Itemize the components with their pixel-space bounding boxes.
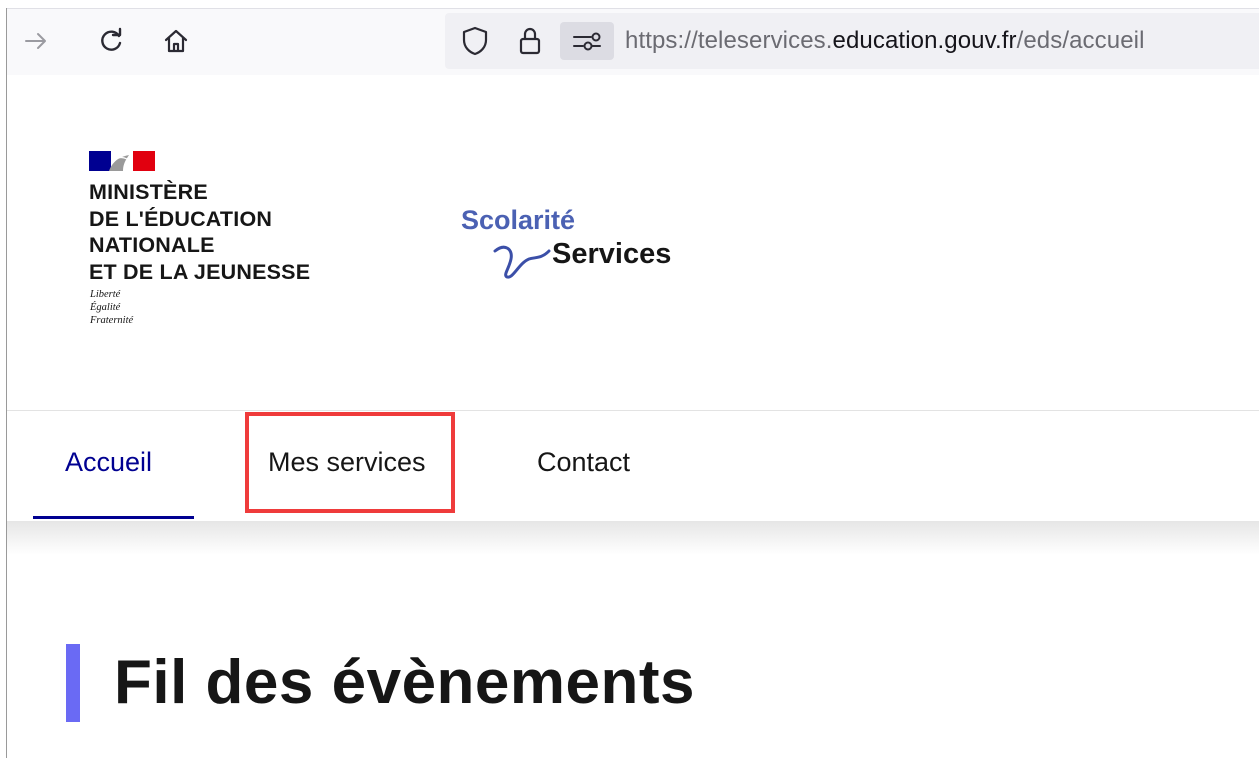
- home-icon: [164, 29, 188, 53]
- permissions-button[interactable]: [560, 22, 614, 60]
- site-header: MINISTÈRE DE L'ÉDUCATION NATIONALE ET DE…: [7, 75, 1259, 410]
- nav-item-accueil[interactable]: Accueil: [65, 447, 152, 478]
- service-brand-top[interactable]: Scolarité: [461, 205, 575, 236]
- permissions-icon: [573, 32, 601, 51]
- url-prefix: https://teleservices.: [625, 27, 833, 54]
- service-brand-bottom[interactable]: Services: [552, 238, 671, 271]
- forward-button[interactable]: [19, 24, 53, 58]
- tracking-protection-button[interactable]: [459, 25, 491, 57]
- motto-line: Fraternité: [90, 315, 134, 326]
- lock-icon: [519, 27, 541, 55]
- ministry-line: NATIONALE: [89, 233, 215, 257]
- url-text[interactable]: https://teleservices.education.gouv.fr/e…: [625, 27, 1145, 55]
- highlight-annotation: [245, 412, 455, 513]
- motto-line: Égalité: [90, 302, 121, 313]
- main-nav: Accueil Mes services Contact: [7, 411, 1259, 521]
- site-info-button[interactable]: [514, 25, 546, 57]
- home-button[interactable]: [159, 24, 193, 58]
- republic-motto: Liberté Égalité Fraternité: [90, 288, 133, 327]
- nav-shadow: [7, 521, 1259, 555]
- ministry-name: MINISTÈRE DE L'ÉDUCATION NATIONALE ET DE…: [89, 179, 310, 285]
- page-title: Fil des évènements: [114, 648, 696, 717]
- motto-line: Liberté: [90, 289, 121, 300]
- url-domain: education.gouv.fr: [832, 27, 1017, 54]
- reload-icon: [101, 27, 122, 51]
- shield-icon: [462, 26, 488, 56]
- browser-toolbar: https://teleservices.education.gouv.fr/e…: [7, 8, 1259, 76]
- nav-active-indicator: [33, 516, 194, 519]
- url-path: /eds/accueil: [1016, 27, 1145, 54]
- url-bar[interactable]: https://teleservices.education.gouv.fr/e…: [445, 13, 1259, 69]
- title-accent-bar: [66, 644, 80, 722]
- ministry-line: MINISTÈRE: [89, 180, 208, 204]
- ministry-line: DE L'ÉDUCATION: [89, 206, 273, 231]
- forward-icon: [25, 33, 46, 49]
- reload-button[interactable]: [94, 24, 128, 58]
- ministry-line: ET DE LA JEUNESSE: [89, 259, 311, 284]
- nav-item-contact[interactable]: Contact: [537, 447, 630, 478]
- swoosh-icon: [493, 245, 551, 279]
- marianne-logo-icon: [89, 151, 155, 171]
